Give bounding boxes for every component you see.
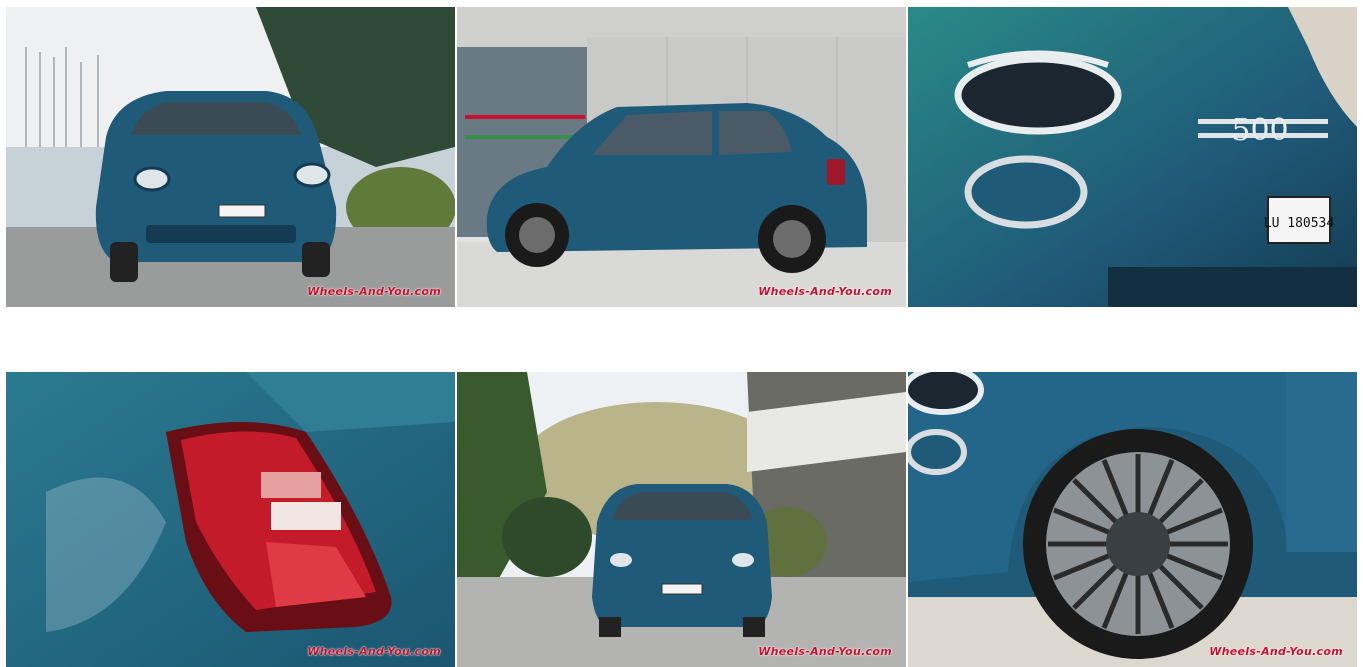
- photo-wheel-closeup[interactable]: Wheels-And-You.com: [908, 372, 1357, 667]
- watermark: Wheels-And-You.com: [758, 645, 892, 658]
- photo-wheel-image: [908, 372, 1357, 667]
- photo-front-parking-image: [457, 372, 906, 667]
- photo-front-parking[interactable]: Wheels-And-You.com: [457, 372, 906, 667]
- watermark: Wheels-And-You.com: [307, 285, 441, 298]
- watermark: Wheels-And-You.com: [758, 285, 892, 298]
- photo-front-marina-image: [6, 7, 455, 307]
- photo-headlight-closeup[interactable]: 500 LU 180534: [908, 7, 1357, 307]
- photo-side-profile-image: [457, 7, 906, 307]
- plate-text: LU 180534: [1264, 216, 1335, 231]
- svg-text:500: 500: [1231, 113, 1288, 148]
- photo-taillight-closeup[interactable]: Wheels-And-You.com: [6, 372, 455, 667]
- watermark: Wheels-And-You.com: [307, 645, 441, 658]
- watermark: Wheels-And-You.com: [1209, 645, 1343, 658]
- photo-front-marina[interactable]: Wheels-And-You.com: [6, 7, 455, 307]
- photo-taillight-image: [6, 372, 455, 667]
- photo-side-profile[interactable]: Wheels-And-You.com: [457, 7, 906, 307]
- photo-headlight-image: 500 LU 180534: [908, 7, 1357, 307]
- photo-gallery: Wheels-And-You.com Wheels-And-You.com 50…: [6, 7, 1357, 667]
